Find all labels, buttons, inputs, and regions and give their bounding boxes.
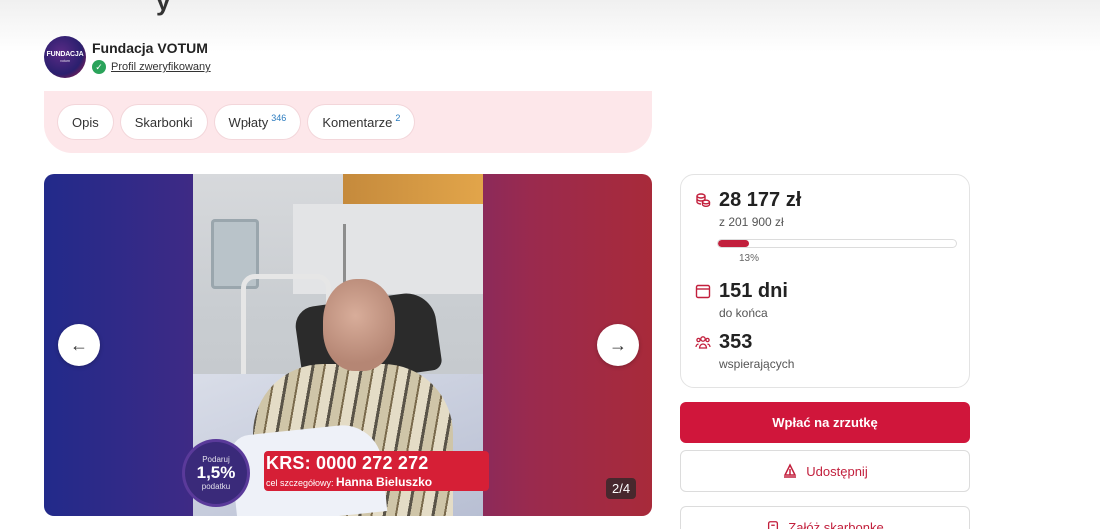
share-label: Udostępnij bbox=[806, 463, 868, 479]
org-logo-subtext: votum bbox=[60, 58, 70, 63]
arrow-right-icon: → bbox=[609, 334, 627, 355]
piggybank-icon bbox=[768, 521, 779, 529]
supporters-label: wspierających bbox=[719, 357, 795, 371]
verified-profile-link[interactable]: Profil zweryfikowany bbox=[111, 61, 211, 73]
tab-label: Wpłaty bbox=[228, 114, 269, 130]
org-header: FUNDACJA votum Fundacja VOTUM ✓ Profil z… bbox=[44, 36, 211, 78]
page-title-fragment: y bbox=[156, 0, 171, 16]
promo-badge-top: Podaruj bbox=[202, 455, 230, 464]
share-icon bbox=[784, 463, 797, 478]
days-left: 151 dni bbox=[719, 280, 788, 302]
gallery-counter: 2/4 bbox=[606, 478, 637, 499]
promo-target-prefix: cel szczegółowy: bbox=[266, 478, 334, 488]
stats-card: 28 177 zł z 201 900 zł 13% 151 dni do ko… bbox=[680, 174, 970, 388]
verified-profile: ✓ Profil zweryfikowany bbox=[92, 60, 211, 74]
promo-badge-main: 1,5% bbox=[196, 463, 236, 482]
supporters-count: 353 bbox=[719, 331, 753, 353]
tab-count: 2 bbox=[395, 113, 401, 123]
tabs-bar: Opis Skarbonki Wpłaty 346 Komentarze 2 bbox=[44, 91, 652, 153]
arrow-left-icon: ← bbox=[70, 334, 88, 355]
gallery-prev-button[interactable]: ← bbox=[58, 324, 100, 366]
tab-wplaty[interactable]: Wpłaty 346 bbox=[214, 105, 301, 139]
promo-badge: Podaruj 1,5% podatku bbox=[185, 442, 247, 504]
tab-opis[interactable]: Opis bbox=[58, 105, 113, 139]
share-button[interactable]: Udostępnij bbox=[680, 450, 970, 492]
create-piggybank-button[interactable]: Załóż skarbonkę bbox=[680, 506, 970, 529]
coins-icon bbox=[696, 193, 711, 208]
gallery-next-button[interactable]: → bbox=[597, 324, 639, 366]
tab-label: Komentarze bbox=[322, 114, 393, 130]
promo-target-name: Hanna Bieluszko bbox=[336, 475, 433, 489]
tab-skarbonki[interactable]: Skarbonki bbox=[120, 105, 207, 139]
org-logo-text: FUNDACJA bbox=[46, 51, 84, 58]
org-info: Fundacja VOTUM ✓ Profil zweryfikowany bbox=[92, 40, 211, 74]
verified-check-icon: ✓ bbox=[92, 60, 106, 74]
tab-label: Skarbonki bbox=[134, 114, 193, 130]
tab-label: Opis bbox=[72, 114, 99, 130]
people-icon bbox=[695, 336, 711, 349]
stat-days: 151 dni do końca bbox=[695, 280, 788, 320]
org-logo[interactable]: FUNDACJA votum bbox=[44, 36, 86, 78]
stat-raised: 28 177 zł z 201 900 zł bbox=[695, 189, 801, 229]
progress-label: 13% bbox=[739, 253, 760, 264]
calendar-icon bbox=[695, 284, 711, 299]
stat-supporters: 353 wspierających bbox=[695, 331, 794, 371]
promo-target: cel szczegółowy: Hanna Bieluszko bbox=[266, 475, 432, 489]
days-left-label: do końca bbox=[719, 306, 768, 320]
image-gallery[interactable]: KRS: 0000 272 272 cel szczegółowy: Hanna… bbox=[44, 174, 652, 516]
org-name[interactable]: Fundacja VOTUM bbox=[92, 40, 211, 56]
goal-amount: z 201 900 zł bbox=[719, 215, 784, 229]
donate-button[interactable]: Wpłać na zrzutkę bbox=[680, 402, 970, 443]
promo-krs: KRS: 0000 272 272 bbox=[266, 453, 429, 473]
tab-komentarze[interactable]: Komentarze 2 bbox=[308, 105, 415, 139]
create-piggybank-label: Załóż skarbonkę bbox=[788, 519, 884, 529]
promo-badge-bottom: podatku bbox=[201, 482, 231, 491]
raised-amount: 28 177 zł bbox=[719, 189, 802, 211]
progress-bar bbox=[717, 239, 957, 248]
tab-count: 346 bbox=[271, 113, 287, 123]
progress-bar-fill bbox=[718, 240, 749, 247]
